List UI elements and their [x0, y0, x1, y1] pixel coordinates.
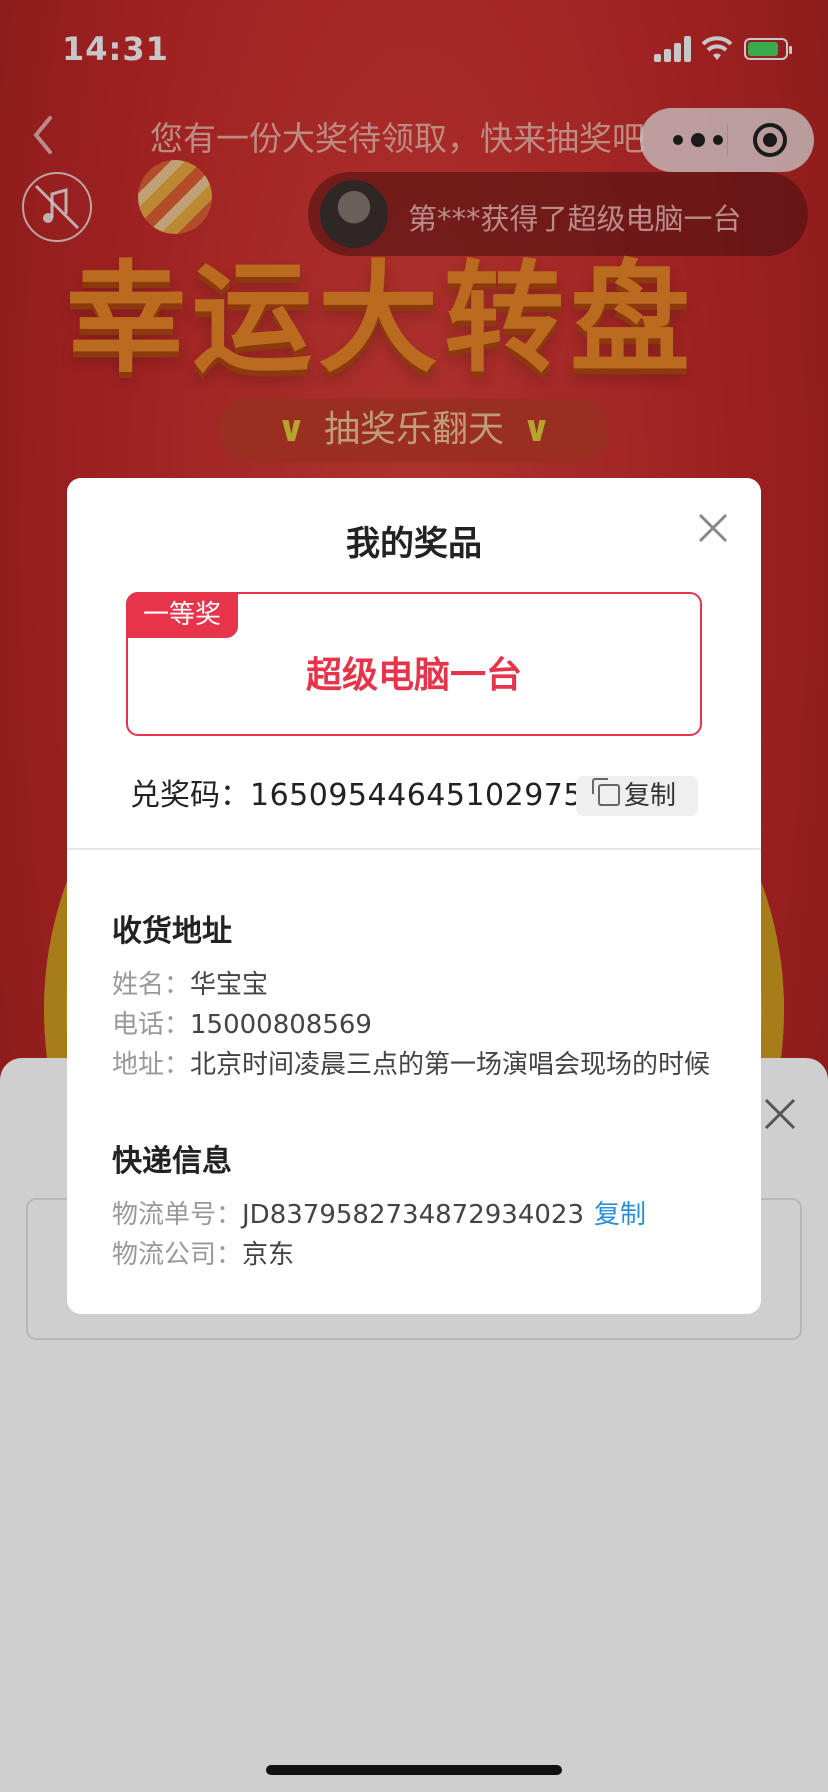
- courier-label: 物流公司：: [112, 1240, 243, 1270]
- tracking-number-row: 物流单号：JD8379582734872934023 复制: [112, 1194, 646, 1231]
- address-phone-row: 电话：15000808569: [112, 1004, 372, 1041]
- copy-code-label: 复制: [623, 781, 676, 811]
- address-detail-row: 地址：北京时间凌晨三点的第一场演唱会现场的时候: [112, 1044, 710, 1081]
- redeem-code-label: 兑奖码：: [130, 778, 250, 813]
- redeem-code-row: 兑奖码：165095446451029751: [130, 770, 603, 814]
- close-icon[interactable]: [760, 1094, 800, 1134]
- copy-icon: [591, 778, 620, 806]
- tracking-number: JD8379582734872934023: [242, 1200, 585, 1230]
- prize-card: 一等奖 超级电脑一台: [126, 592, 702, 736]
- name-label: 姓名：: [112, 970, 191, 1000]
- copy-code-button[interactable]: 复制: [576, 776, 698, 816]
- express-section-title: 快递信息: [112, 1144, 232, 1179]
- close-icon[interactable]: [697, 512, 729, 544]
- divider: [67, 848, 761, 850]
- address-value: 北京时间凌晨三点的第一场演唱会现场的时候: [190, 1050, 711, 1080]
- courier-row: 物流公司：京东: [112, 1234, 294, 1271]
- copy-tracking-link[interactable]: 复制: [594, 1200, 646, 1230]
- tracking-label: 物流单号：: [112, 1200, 243, 1230]
- address-section-title: 收货地址: [112, 914, 232, 949]
- redeem-code-value: 165095446451029751: [250, 778, 603, 813]
- address-label: 地址：: [112, 1050, 191, 1080]
- modal-title: 我的奖品: [346, 524, 482, 564]
- home-indicator: [266, 1765, 562, 1775]
- name-value: 华宝宝: [190, 970, 269, 1000]
- courier-value: 京东: [242, 1240, 295, 1270]
- my-prize-modal: 我的奖品 一等奖 超级电脑一台 兑奖码：165095446451029751 复…: [67, 478, 761, 1314]
- prize-name: 超级电脑一台: [305, 655, 522, 696]
- prize-level-badge: 一等奖: [126, 592, 238, 638]
- address-name-row: 姓名：华宝宝: [112, 964, 268, 1001]
- phone-label: 电话：: [112, 1010, 191, 1040]
- phone-value: 15000808569: [190, 1010, 372, 1040]
